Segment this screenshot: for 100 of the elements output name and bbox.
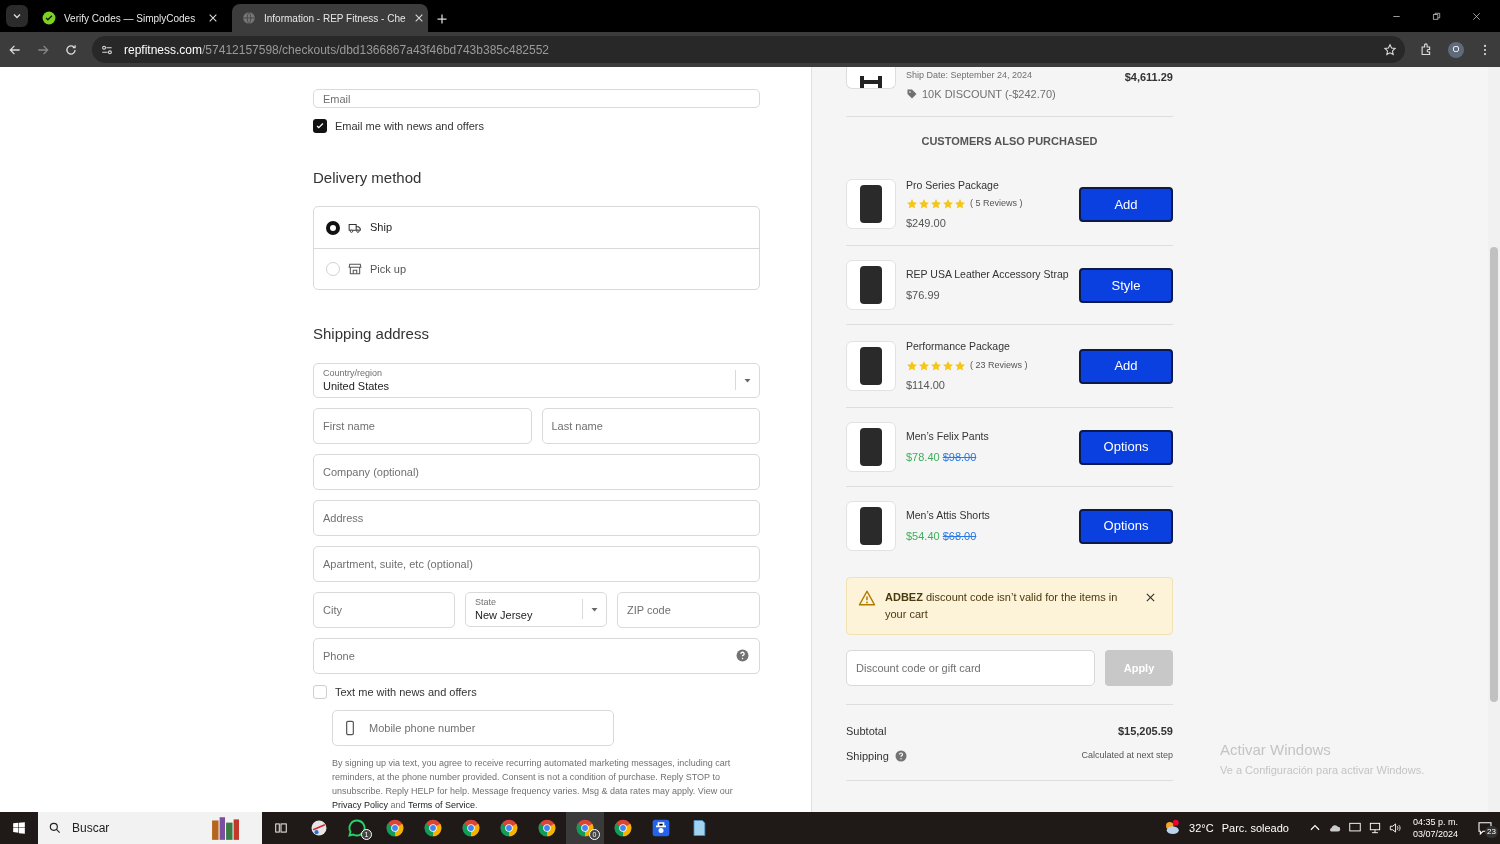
sale-price: $54.40 — [906, 528, 940, 544]
product-action-button[interactable]: Style — [1079, 267, 1173, 303]
input-field[interactable]: First name — [313, 407, 532, 444]
help-icon[interactable] — [894, 749, 907, 762]
browser-tab[interactable]: Verify Codes — SimplyCodes — [32, 4, 228, 32]
checkbox[interactable] — [313, 684, 327, 699]
input-field[interactable]: Company (optional) — [313, 453, 760, 490]
star-icon — [954, 359, 966, 372]
plus-icon[interactable] — [436, 13, 448, 25]
network-icon[interactable] — [1367, 821, 1382, 835]
help-icon — [736, 648, 749, 662]
section-heading: Shipping address — [313, 324, 430, 344]
dropdown[interactable]: Country/region United States — [313, 362, 760, 398]
product-action-button[interactable]: Options — [1079, 508, 1173, 544]
star-outline-icon[interactable] — [1383, 42, 1397, 57]
star-icon — [918, 359, 930, 372]
globe-icon — [242, 11, 256, 25]
chrome-icon — [499, 818, 519, 838]
reload-icon[interactable] — [64, 42, 78, 57]
url-text: repfitness.com/57412157598/checkouts/dbd1366867a43f46bd743b385c482552 — [124, 41, 550, 59]
dropdown[interactable]: State New Jersey — [465, 591, 607, 627]
chat-bubble-icon — [347, 818, 367, 838]
product-name: Men’s Attis Shorts — [906, 507, 991, 523]
section-heading: CUSTOMERS ALSO PURCHASED — [920, 134, 1099, 149]
browser-tab[interactable]: Information - REP Fitness - Che — [232, 4, 428, 32]
photo-placeholder — [846, 501, 896, 551]
clock-date: 03/07/2024 — [1412, 828, 1458, 840]
photo-placeholder — [846, 179, 896, 230]
product-price: $249.00 — [906, 215, 947, 231]
clock-time: 04:35 p. m. — [1412, 816, 1458, 828]
display-icon[interactable] — [1347, 821, 1362, 835]
dropdown-label: Country/region — [323, 367, 384, 379]
review-count: ( 23 Reviews ) — [970, 359, 1028, 372]
review-count: ( 5 Reviews ) — [970, 197, 1023, 211]
product-price: $114.00 — [906, 377, 946, 393]
chrome-icon — [461, 818, 481, 838]
star-icon — [930, 198, 942, 210]
tab-title: Information - REP Fitness - Che — [264, 11, 406, 26]
star-icon — [906, 198, 918, 210]
input-field[interactable]: ZIP code — [617, 591, 760, 628]
tag-icon — [906, 87, 918, 100]
speaker-icon[interactable] — [1387, 821, 1402, 835]
profile-avatar[interactable]: O — [1448, 41, 1464, 58]
star-icon — [954, 198, 966, 210]
subtotal-label: Subtotal — [846, 724, 887, 739]
restore-icon[interactable] — [1430, 10, 1442, 22]
discount-label: 10K DISCOUNT (-$242.70) — [922, 86, 1056, 102]
input-field[interactable]: Address — [313, 499, 760, 536]
mobile-phone-field[interactable]: Mobile phone number — [332, 710, 614, 746]
section-heading: Delivery method — [313, 167, 423, 188]
chrome-icon — [575, 818, 595, 838]
tab-list-button[interactable] — [6, 5, 28, 27]
star-icon — [918, 198, 930, 210]
star-icon — [942, 198, 954, 210]
radio-button[interactable] — [326, 220, 340, 235]
privacy-policy-link[interactable]: Privacy Policy — [332, 800, 388, 810]
dropdown-label: State — [475, 596, 497, 608]
shipping-value: Calculated at next step — [1081, 749, 1173, 762]
weather-icon — [1163, 819, 1182, 837]
scrollbar[interactable] — [1488, 67, 1500, 812]
original-price: $68.00 — [942, 528, 977, 544]
taskbar-search-box[interactable]: Buscar — [38, 812, 262, 844]
alert-message: ADBEZ discount code isn’t valid for the items in your cart — [885, 590, 1119, 622]
hat-figure-icon — [651, 818, 671, 838]
email-field[interactable]: Email — [313, 89, 760, 108]
product-name: REP USA Leather Accessory Strap — [906, 267, 1069, 283]
input-field[interactable]: Apartment, suite, etc (optional) — [313, 545, 760, 582]
product-action-button[interactable]: Options — [1079, 429, 1173, 465]
product-action-button[interactable]: Add — [1079, 348, 1173, 384]
terms-of-service-link[interactable]: Terms of Service — [407, 800, 475, 810]
check-badge-icon — [42, 11, 56, 25]
phone-field[interactable]: Phone — [313, 637, 760, 674]
star-icon — [906, 359, 918, 372]
dropdown-value: New Jersey — [475, 607, 534, 622]
address-bar[interactable]: repfitness.com/57412157598/checkouts/dbd1366867a43f46bd743b385c482552 — [92, 36, 1405, 63]
task-view-icon[interactable] — [274, 821, 288, 835]
close-icon[interactable] — [1470, 10, 1482, 22]
chrome-icon — [613, 818, 633, 838]
windows-start-icon[interactable] — [12, 821, 26, 835]
input-field[interactable]: City — [313, 591, 455, 628]
product-price: $76.99 — [906, 287, 941, 303]
close-icon[interactable] — [1145, 592, 1156, 603]
product-name: Pro Series Package — [906, 177, 1000, 193]
temperature: 32°C — [1189, 820, 1214, 836]
product-action-button[interactable]: Add — [1079, 186, 1173, 222]
checkbox[interactable] — [313, 119, 327, 134]
store-icon — [348, 262, 362, 276]
input-field[interactable]: Last name — [541, 407, 760, 444]
sale-price: $78.40 — [906, 449, 940, 465]
chrome-icon — [385, 818, 405, 838]
disclaimer-text: By signing up via text, you agree to receive recurring automated marketing messages, including cart reminders, at the phone number provided. Consent is not a condition of purchase. Reply STOP to unsubscribe. Reply HELP for help. Message frequency varies. Msg & data rates may apply. View our Privacy Policy and Terms of Service. — [332, 757, 734, 812]
photo-placeholder — [846, 422, 896, 472]
star-icon — [930, 359, 942, 372]
notification-count: 23 — [1485, 826, 1498, 838]
delivery-option-label[interactable]: Pick up — [370, 260, 407, 278]
weather-condition: Parc. soleado — [1221, 820, 1289, 836]
item-price: $4,611.29 — [1124, 70, 1173, 85]
delivery-option-label[interactable]: Ship — [370, 219, 393, 236]
star-icon — [942, 359, 954, 372]
warning-icon — [857, 589, 877, 607]
